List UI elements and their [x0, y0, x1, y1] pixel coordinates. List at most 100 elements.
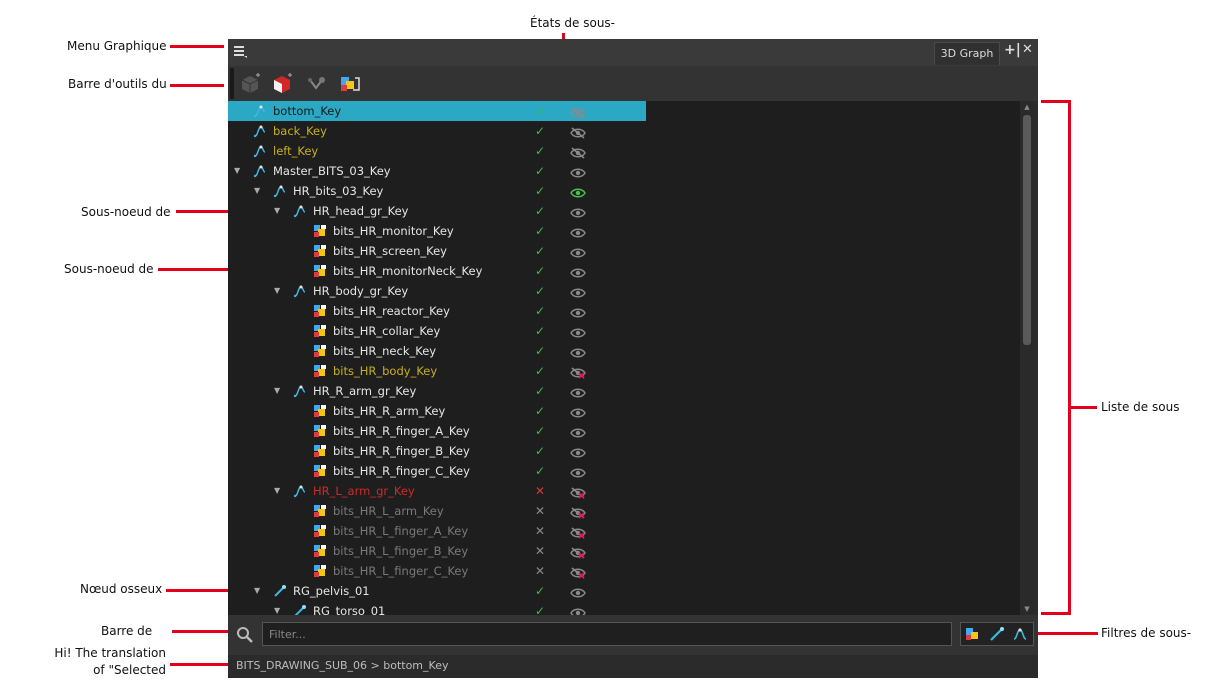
tree-row[interactable]: left_Key ✓ — [228, 141, 1020, 161]
mesh-tool-icon[interactable] — [338, 72, 362, 96]
eye-icon[interactable] — [570, 245, 586, 258]
cross-icon[interactable]: ✕ — [533, 521, 547, 541]
check-icon[interactable]: ✓ — [533, 441, 547, 461]
toolbar-grip[interactable] — [230, 68, 234, 99]
check-icon[interactable]: ✓ — [533, 401, 547, 421]
check-icon[interactable]: ✓ — [533, 581, 547, 601]
tree-row[interactable]: ▼ RG_pelvis_01 ✓ — [228, 581, 1020, 601]
eye-icon[interactable] — [570, 105, 586, 119]
check-icon[interactable]: ✓ — [533, 161, 547, 181]
eye-icon[interactable] — [570, 325, 586, 338]
tree-row[interactable]: bits_HR_body_Key ✓ — [228, 361, 1020, 381]
tree-row[interactable]: bits_HR_L_finger_C_Key ✕ — [228, 561, 1020, 581]
eye-icon[interactable] — [570, 165, 586, 178]
cross-icon[interactable]: ✕ — [533, 561, 547, 581]
eye-icon[interactable] — [570, 305, 586, 318]
eye-icon[interactable] — [570, 225, 586, 238]
eye-icon[interactable] — [570, 465, 586, 478]
eye-icon[interactable] — [570, 585, 586, 598]
mesh-filter-icon[interactable] — [964, 626, 982, 642]
eye-icon[interactable] — [570, 265, 586, 278]
eye-icon[interactable] — [570, 285, 586, 298]
tree-row[interactable]: bits_HR_neck_Key ✓ — [228, 341, 1020, 361]
check-icon[interactable]: ✓ — [533, 181, 547, 201]
cube-red-icon[interactable] — [270, 72, 294, 96]
scroll-thumb[interactable] — [1023, 115, 1031, 345]
expand-arrow-icon[interactable]: ▼ — [254, 181, 264, 201]
eye-icon[interactable] — [570, 445, 586, 458]
expand-arrow-icon[interactable]: ▼ — [254, 581, 264, 601]
bone-tool-icon[interactable] — [304, 72, 328, 96]
tree-row[interactable]: ▼ HR_bits_03_Key ✓ — [228, 181, 1020, 201]
check-icon[interactable]: ✓ — [533, 341, 547, 361]
expand-arrow-icon[interactable]: ▼ — [274, 601, 284, 615]
check-icon[interactable]: ✓ — [533, 221, 547, 241]
check-icon[interactable]: ✓ — [533, 361, 547, 381]
tree-row[interactable]: bits_HR_R_finger_C_Key ✓ — [228, 461, 1020, 481]
close-panel-icon[interactable]: ✕ — [1022, 42, 1033, 57]
tree-row[interactable]: bits_HR_L_finger_A_Key ✕ — [228, 521, 1020, 541]
tree-row[interactable]: bits_HR_monitorNeck_Key ✓ — [228, 261, 1020, 281]
tree-row[interactable]: bits_HR_monitor_Key ✓ — [228, 221, 1020, 241]
tree-row[interactable]: ▼ HR_body_gr_Key ✓ — [228, 281, 1020, 301]
check-icon[interactable]: ✓ — [533, 201, 547, 221]
eye-icon[interactable] — [570, 605, 586, 615]
cross-icon[interactable]: ✕ — [533, 541, 547, 561]
check-icon[interactable]: ✓ — [533, 421, 547, 441]
tree-row[interactable]: bits_HR_R_finger_A_Key ✓ — [228, 421, 1020, 441]
tree-row[interactable]: ▼ RG_torso_01 ✓ — [228, 601, 1020, 615]
transform-filter-icon[interactable] — [1011, 626, 1029, 642]
tree-row[interactable]: ▼ HR_R_arm_gr_Key ✓ — [228, 381, 1020, 401]
tree-row[interactable]: bits_HR_L_finger_B_Key ✕ — [228, 541, 1020, 561]
check-icon[interactable]: ✓ — [533, 381, 547, 401]
check-icon[interactable]: ✓ — [533, 321, 547, 341]
scroll-down-icon[interactable]: ▼ — [1020, 603, 1034, 615]
eye-icon[interactable] — [570, 565, 586, 579]
eye-icon[interactable] — [570, 425, 586, 438]
tree-row[interactable]: bits_HR_R_finger_B_Key ✓ — [228, 441, 1020, 461]
expand-arrow-icon[interactable]: ▼ — [274, 281, 284, 301]
eye-icon[interactable] — [570, 405, 586, 418]
bone-filter-icon[interactable] — [988, 626, 1006, 642]
eye-icon[interactable] — [570, 505, 586, 519]
add-panel-icon[interactable]: +| — [1004, 42, 1021, 58]
cube-gray-icon[interactable] — [238, 72, 262, 96]
tree-row[interactable]: ▼ Master_BITS_03_Key ✓ — [228, 161, 1020, 181]
tree-row[interactable]: ▼ HR_L_arm_gr_Key ✕ — [228, 481, 1020, 501]
expand-arrow-icon[interactable]: ▼ — [274, 381, 284, 401]
eye-icon[interactable] — [570, 185, 586, 198]
eye-icon[interactable] — [570, 205, 586, 218]
tree-row[interactable]: bits_HR_L_arm_Key ✕ — [228, 501, 1020, 521]
eye-icon[interactable] — [570, 145, 586, 159]
tree-row[interactable]: bottom_Key ✓ — [228, 101, 1020, 121]
expand-arrow-icon[interactable]: ▼ — [234, 161, 244, 181]
expand-arrow-icon[interactable]: ▼ — [274, 201, 284, 221]
tree-row[interactable]: bits_HR_R_arm_Key ✓ — [228, 401, 1020, 421]
hamburger-menu-icon[interactable] — [232, 43, 248, 59]
check-icon[interactable]: ✓ — [533, 101, 547, 121]
check-icon[interactable]: ✓ — [533, 261, 547, 281]
tree-row[interactable]: bits_HR_reactor_Key ✓ — [228, 301, 1020, 321]
eye-icon[interactable] — [570, 345, 586, 358]
scroll-up-icon[interactable]: ▲ — [1020, 101, 1034, 113]
check-icon[interactable]: ✓ — [533, 141, 547, 161]
check-icon[interactable]: ✓ — [533, 121, 547, 141]
cross-icon[interactable]: ✕ — [533, 501, 547, 521]
expand-arrow-icon[interactable]: ▼ — [274, 481, 284, 501]
eye-icon[interactable] — [570, 485, 586, 499]
check-icon[interactable]: ✓ — [533, 601, 547, 615]
tree-row[interactable]: bits_HR_collar_Key ✓ — [228, 321, 1020, 341]
tab-3d-graph[interactable]: 3D Graph — [934, 42, 1000, 65]
list-scrollbar[interactable]: ▲ ▼ — [1020, 101, 1034, 615]
tree-row[interactable]: ▼ HR_head_gr_Key ✓ — [228, 201, 1020, 221]
check-icon[interactable]: ✓ — [533, 301, 547, 321]
check-icon[interactable]: ✓ — [533, 241, 547, 261]
tree-row[interactable]: back_Key ✓ — [228, 121, 1020, 141]
eye-icon[interactable] — [570, 365, 586, 379]
check-icon[interactable]: ✓ — [533, 461, 547, 481]
eye-icon[interactable] — [570, 385, 586, 398]
check-icon[interactable]: ✓ — [533, 281, 547, 301]
eye-icon[interactable] — [570, 545, 586, 559]
filter-input[interactable] — [262, 622, 952, 646]
tree-row[interactable]: bits_HR_screen_Key ✓ — [228, 241, 1020, 261]
